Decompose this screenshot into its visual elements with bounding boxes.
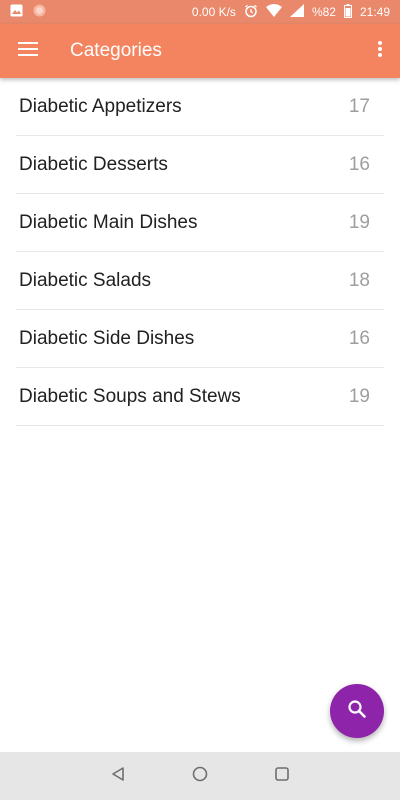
battery-icon	[343, 3, 352, 21]
home-button[interactable]	[159, 752, 241, 800]
search-fab-button[interactable]	[330, 684, 384, 738]
image-icon	[10, 4, 23, 20]
back-icon	[110, 766, 126, 787]
search-icon	[347, 699, 367, 724]
status-bar: 0.00 K/s %82 21:49	[0, 0, 400, 24]
network-speed: 0.00 K/s	[191, 5, 236, 19]
category-count: 16	[348, 153, 370, 175]
category-count: 19	[348, 385, 370, 407]
category-list: Diabetic Appetizers 17 Diabetic Desserts…	[16, 78, 384, 426]
category-label: Diabetic Desserts	[19, 153, 168, 175]
alarm-icon	[244, 4, 258, 21]
status-left	[10, 4, 46, 20]
signal-icon	[289, 4, 304, 20]
category-label: Diabetic Appetizers	[19, 95, 182, 117]
category-label: Diabetic Side Dishes	[19, 327, 195, 349]
category-row[interactable]: Diabetic Appetizers 17	[16, 78, 384, 136]
overflow-menu-button[interactable]	[360, 24, 400, 78]
battery-percent: %82	[311, 5, 336, 19]
wifi-icon	[265, 4, 282, 20]
category-count: 17	[348, 95, 370, 117]
page-title: Categories	[70, 40, 162, 61]
more-vertical-icon	[378, 40, 382, 62]
category-count: 19	[348, 211, 370, 233]
system-nav-bar	[0, 752, 400, 800]
category-label: Diabetic Salads	[19, 269, 152, 291]
category-row[interactable]: Diabetic Soups and Stews 19	[16, 368, 384, 426]
recents-icon	[274, 766, 290, 787]
category-count: 16	[348, 327, 370, 349]
category-row[interactable]: Diabetic Desserts 16	[16, 136, 384, 194]
category-row[interactable]: Diabetic Main Dishes 19	[16, 194, 384, 252]
category-row[interactable]: Diabetic Salads 18	[16, 252, 384, 310]
app-bar: Categories	[0, 24, 400, 78]
hamburger-menu-icon	[18, 41, 38, 62]
home-icon	[192, 766, 208, 787]
category-count: 18	[348, 269, 370, 291]
recents-button[interactable]	[241, 752, 323, 800]
category-label: Diabetic Main Dishes	[19, 211, 198, 233]
category-label: Diabetic Soups and Stews	[19, 385, 241, 407]
category-row[interactable]: Diabetic Side Dishes 16	[16, 310, 384, 368]
clock: 21:49	[359, 5, 390, 19]
menu-button[interactable]	[0, 24, 56, 78]
back-button[interactable]	[77, 752, 159, 800]
status-right: 0.00 K/s %82 21:49	[191, 3, 390, 21]
notification-dot-icon	[33, 4, 46, 20]
